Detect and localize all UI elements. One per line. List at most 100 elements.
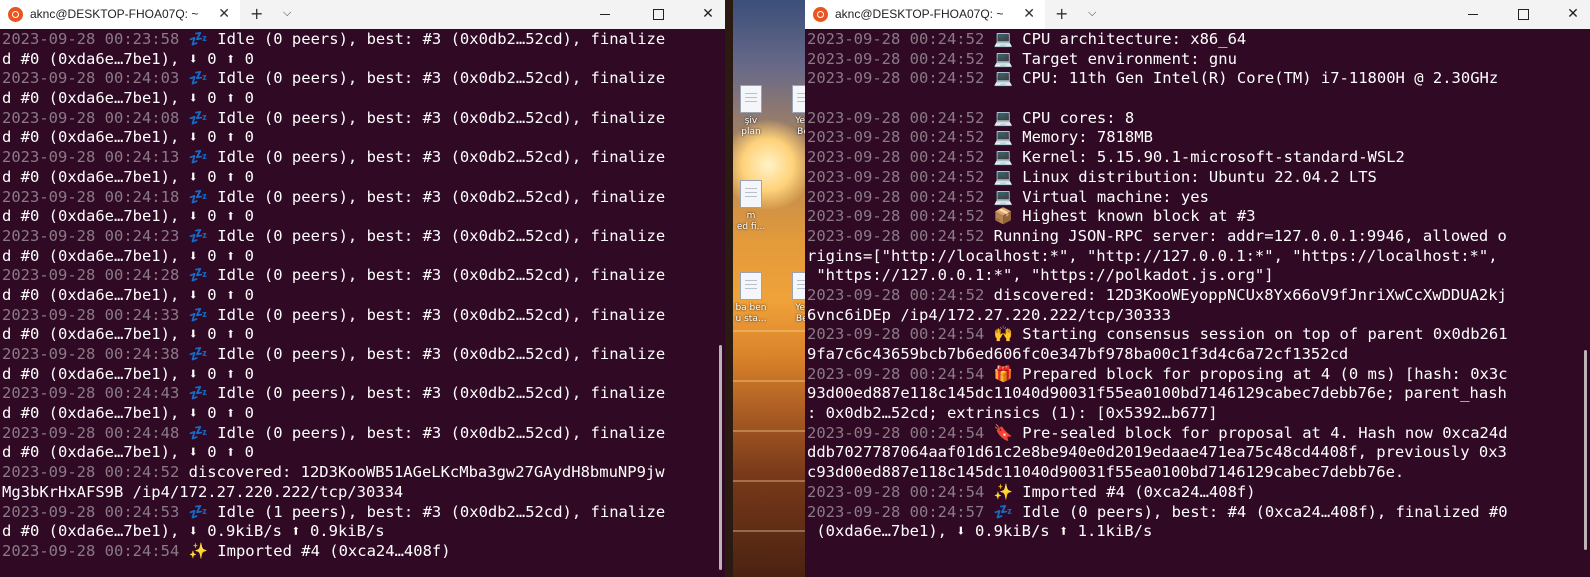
document-icon: [792, 272, 805, 300]
log-timestamp: 2023-09-28 00:24:52: [2, 463, 180, 482]
log-timestamp: 2023-09-28 00:24:54: [807, 325, 985, 344]
log-timestamp: 2023-09-28 00:24:52: [807, 128, 985, 147]
document-icon: [740, 85, 762, 113]
terminal-line: 2023-09-28 00:24:23 💤 Idle (0 peers), be…: [2, 227, 725, 247]
log-timestamp: 2023-09-28 00:24:52: [807, 30, 985, 48]
log-timestamp: 2023-09-28 00:24:08: [2, 108, 180, 127]
tab-title: aknc@DESKTOP-FHOA07Q: ~: [835, 7, 1004, 21]
log-message: d #0 (0xda6e…7be1), ⬇ 0 ⬆ 0: [2, 246, 254, 265]
terminal-output[interactable]: 2023-09-28 00:23:58 💤 Idle (0 peers), be…: [0, 30, 725, 577]
terminal-line: 2023-09-28 00:24:54 ✨ Imported #4 (0xca2…: [2, 542, 725, 562]
minimize-button[interactable]: [1450, 0, 1496, 29]
document-icon: [740, 272, 762, 300]
minimize-button[interactable]: [582, 0, 628, 29]
log-message: d #0 (0xda6e…7be1), ⬇ 0.9kiB/s ⬆ 0.9kiB/…: [2, 522, 385, 541]
log-timestamp: 2023-09-28 00:24:03: [2, 69, 180, 88]
log-message: 💤 Idle (0 peers), best: #4 (0xca24…408f)…: [984, 502, 1508, 521]
terminal-line: 2023-09-28 00:24:28 💤 Idle (0 peers), be…: [2, 266, 725, 286]
ubuntu-icon: [813, 7, 828, 22]
maximize-button[interactable]: [1500, 0, 1546, 29]
terminal-window-left[interactable]: aknc@DESKTOP-FHOA07Q: ~ ✕ + ⌵ ✕ 2023-09-…: [0, 0, 725, 577]
desktop-file-icon[interactable]: Yen Be: [771, 85, 805, 138]
log-timestamp: 2023-09-28 00:24:33: [2, 305, 180, 324]
log-message: 💻 Linux distribution: Ubuntu 22.04.2 LTS: [984, 167, 1377, 186]
chevron-down-icon[interactable]: ⌵: [1088, 6, 1096, 20]
log-message: 💻 Memory: 7818MB: [984, 128, 1153, 147]
title-bar[interactable]: aknc@DESKTOP-FHOA07Q: ~ ✕ + ⌵ ✕: [805, 0, 1590, 29]
document-icon: [792, 85, 805, 113]
terminal-tab[interactable]: aknc@DESKTOP-FHOA07Q: ~ ✕: [805, 0, 1045, 29]
log-message: 💻 Target environment: gnu: [984, 49, 1237, 68]
terminal-line: d #0 (0xda6e…7be1), ⬇ 0 ⬆ 0: [2, 286, 725, 306]
log-message: 💤 Idle (0 peers), best: #3 (0x0db2…52cd)…: [179, 69, 666, 88]
new-tab-button[interactable]: +: [1055, 4, 1068, 23]
terminal-line: Mg3bKrHxAFS9B /ip4/172.27.220.222/tcp/30…: [2, 483, 725, 503]
desktop-file-icon[interactable]: Yen Bel: [771, 272, 805, 325]
terminal-line: (0xda6e…7be1), ⬇ 0.9kiB/s ⬆ 1.1kiB/s: [807, 522, 1590, 542]
close-tab-icon[interactable]: ✕: [1023, 5, 1035, 22]
log-message: d #0 (0xda6e…7be1), ⬇ 0 ⬆ 0: [2, 49, 254, 68]
scrollbar-thumb[interactable]: [719, 345, 722, 570]
terminal-line: 2023-09-28 00:24:52 📦 Highest known bloc…: [807, 207, 1590, 227]
log-message: 💤 Idle (0 peers), best: #3 (0x0db2…52cd)…: [179, 384, 666, 403]
log-message: d #0 (0xda6e…7be1), ⬇ 0 ⬆ 0: [2, 404, 254, 423]
desktop-file-icon[interactable]: m ed fi...: [733, 180, 783, 233]
terminal-window-right[interactable]: aknc@DESKTOP-FHOA07Q: ~ ✕ + ⌵ ✕ 2023-09-…: [805, 0, 1590, 577]
log-timestamp: 2023-09-28 00:24:53: [2, 502, 180, 521]
log-message: 9fa7c6c43659bcb7b6ed606fc0e347bf978ba00c…: [807, 345, 1349, 363]
maximize-button[interactable]: [635, 0, 681, 29]
log-message: 💤 Idle (0 peers), best: #3 (0x0db2…52cd)…: [179, 423, 666, 442]
terminal-line: 9fa7c6c43659bcb7b6ed606fc0e347bf978ba00c…: [807, 345, 1590, 365]
desktop-icon-label: Bel: [795, 314, 805, 324]
terminal-line: d #0 (0xda6e…7be1), ⬇ 0.9kiB/s ⬆ 0.9kiB/…: [2, 522, 725, 542]
log-message: 💤 Idle (0 peers), best: #3 (0x0db2…52cd)…: [179, 226, 666, 245]
close-window-button[interactable]: ✕: [1550, 0, 1590, 29]
terminal-line: ddb7027787064aaf01d61c2e8be940e0d2019eda…: [807, 443, 1590, 463]
log-message: 🙌 Starting consensus session on top of p…: [984, 325, 1508, 344]
log-timestamp: 2023-09-28 00:24:43: [2, 384, 180, 403]
terminal-line: 6vnc6iDEp /ip4/172.27.220.222/tcp/30333: [807, 306, 1590, 326]
log-message: 💤 Idle (1 peers), best: #3 (0x0db2…52cd)…: [179, 502, 666, 521]
new-tab-button[interactable]: +: [250, 4, 263, 23]
terminal-line: 2023-09-28 00:24:57 💤 Idle (0 peers), be…: [807, 503, 1590, 523]
terminal-line: 2023-09-28 00:24:52 discovered: 12D3KooW…: [2, 463, 725, 483]
tab-title: aknc@DESKTOP-FHOA07Q: ~: [30, 7, 199, 21]
close-tab-icon[interactable]: ✕: [218, 5, 230, 22]
terminal-line: 2023-09-28 00:24:52 💻 CPU: 11th Gen Inte…: [807, 69, 1590, 89]
terminal-tab[interactable]: aknc@DESKTOP-FHOA07Q: ~ ✕: [0, 0, 240, 29]
log-timestamp: 2023-09-28 00:24:38: [2, 345, 180, 363]
scrollbar-thumb[interactable]: [1584, 350, 1587, 550]
log-message: d #0 (0xda6e…7be1), ⬇ 0 ⬆ 0: [2, 364, 254, 383]
log-message: 💻 Virtual machine: yes: [984, 187, 1209, 206]
terminal-line: "https://127.0.0.1:*", "https://polkadot…: [807, 266, 1590, 286]
document-icon: [740, 180, 762, 208]
chevron-down-icon[interactable]: ⌵: [283, 6, 291, 20]
terminal-line: 2023-09-28 00:24:03 💤 Idle (0 peers), be…: [2, 69, 725, 89]
terminal-output[interactable]: 2023-09-28 00:24:52 💻 CPU architecture: …: [805, 30, 1590, 577]
log-timestamp: 2023-09-28 00:24:54: [807, 482, 985, 501]
desktop-icon-label: Be: [797, 127, 805, 137]
log-timestamp: 2023-09-28 00:24:54: [807, 423, 985, 442]
desktop-background: şiv plan Yen Be m ed fi... ba ben u sta.…: [733, 0, 805, 577]
title-bar[interactable]: aknc@DESKTOP-FHOA07Q: ~ ✕ + ⌵ ✕: [0, 0, 725, 29]
log-timestamp: 2023-09-28 00:24:23: [2, 226, 180, 245]
log-timestamp: 2023-09-28 00:24:52: [807, 108, 985, 127]
log-message: c93d00ed887e118c145dc11040d90031f55ea010…: [807, 463, 1405, 482]
log-timestamp: 2023-09-28 00:24:52: [807, 69, 985, 88]
terminal-line: c93d00ed887e118c145dc11040d90031f55ea010…: [807, 463, 1590, 483]
terminal-line: d #0 (0xda6e…7be1), ⬇ 0 ⬆ 0: [2, 50, 725, 70]
log-timestamp: 2023-09-28 00:24:52: [807, 167, 985, 186]
terminal-line: d #0 (0xda6e…7be1), ⬇ 0 ⬆ 0: [2, 404, 725, 424]
terminal-line: 2023-09-28 00:24:43 💤 Idle (0 peers), be…: [2, 384, 725, 404]
log-message: 93d00ed887e118c145dc11040d90031f55ea0100…: [807, 384, 1507, 403]
log-message: 💻 CPU architecture: x86_64: [984, 30, 1247, 48]
close-window-button[interactable]: ✕: [685, 0, 725, 29]
log-message: d #0 (0xda6e…7be1), ⬇ 0 ⬆ 0: [2, 443, 254, 462]
log-message: (0xda6e…7be1), ⬇ 0.9kiB/s ⬆ 1.1kiB/s: [807, 522, 1153, 541]
terminal-line: 2023-09-28 00:24:53 💤 Idle (1 peers), be…: [2, 503, 725, 523]
log-message: "https://127.0.0.1:*", "https://polkadot…: [807, 266, 1274, 285]
terminal-line: 93d00ed887e118c145dc11040d90031f55ea0100…: [807, 384, 1590, 404]
desktop-icon-label: Yen: [795, 303, 805, 313]
water-ripple: [733, 330, 805, 332]
